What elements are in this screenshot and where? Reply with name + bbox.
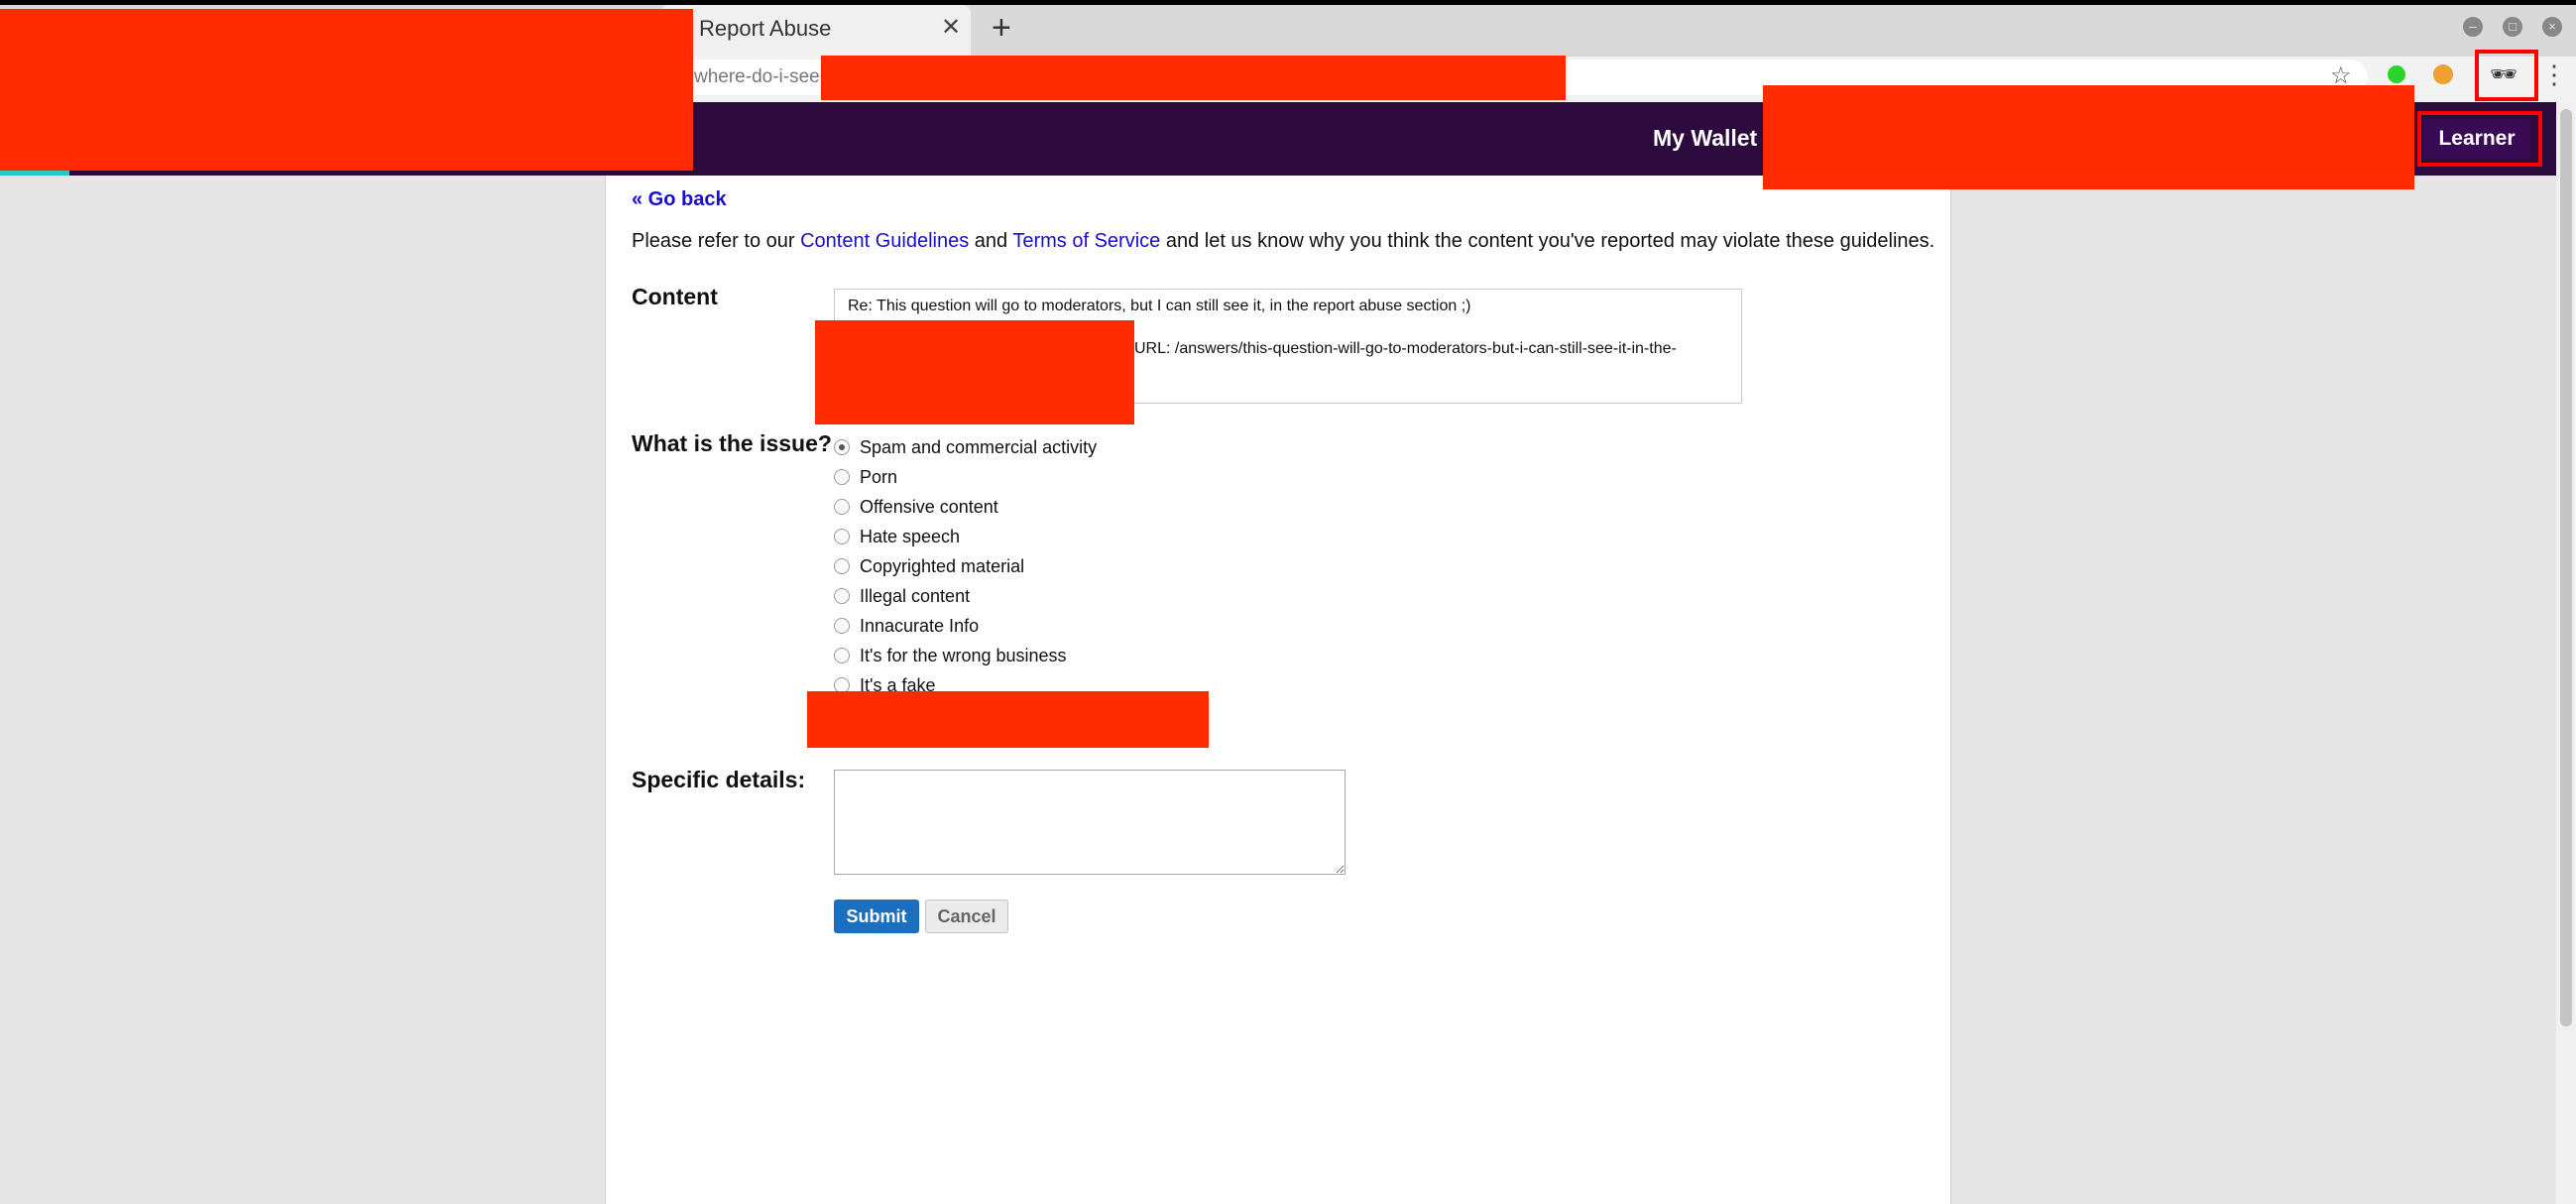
loading-accent [0, 171, 69, 176]
maximize-icon[interactable]: □ [2503, 17, 2522, 37]
redaction-block [821, 56, 1566, 100]
issue-option-label: Innacurate Info [860, 616, 980, 636]
new-tab-button[interactable]: + [992, 10, 1011, 46]
intro-suffix: and let us know why you think the conten… [1160, 230, 1935, 252]
details-textarea[interactable] [834, 770, 1346, 875]
issue-option-label: Spam and commercial activity [860, 437, 1098, 457]
radio-button[interactable] [834, 469, 850, 485]
radio-button[interactable] [834, 588, 850, 604]
scrollbar-thumb[interactable] [2560, 109, 2572, 1026]
reported-content-title: Re: This question will go to moderators,… [848, 298, 1471, 314]
minimize-icon[interactable]: – [2463, 17, 2483, 37]
issue-option-label: Copyrighted material [860, 556, 1025, 576]
details-label: Specific details: [632, 767, 806, 792]
intro-prefix: Please refer to our [632, 230, 801, 252]
radio-button[interactable] [834, 499, 850, 515]
redaction-block [807, 691, 1209, 748]
redaction-block [1763, 85, 2414, 189]
issue-label: What is the issue? [632, 430, 832, 456]
radio-button[interactable] [834, 648, 850, 663]
intro-and: and [969, 230, 1013, 252]
redaction-block [0, 9, 693, 171]
radio-button[interactable] [834, 439, 850, 455]
issue-option-label: It's for the wrong business [860, 646, 1067, 665]
cancel-button[interactable]: Cancel [925, 900, 1008, 933]
intro-text: Please refer to our Content Guidelines a… [632, 228, 1934, 254]
tab-title: Report Abuse [699, 16, 832, 41]
radio-button[interactable] [834, 618, 850, 634]
terms-of-service-link[interactable]: Terms of Service [1012, 230, 1160, 252]
learner-button[interactable]: Learner [2423, 119, 2530, 159]
close-tab-icon[interactable]: ✕ [941, 13, 961, 43]
radio-button[interactable] [834, 529, 850, 544]
content-label: Content [632, 284, 718, 309]
issue-option-label: Porn [860, 467, 898, 487]
issue-option-label: Hate speech [860, 527, 961, 546]
url-text[interactable]: where-do-i-see- [694, 63, 826, 91]
radio-button[interactable] [834, 558, 850, 574]
issue-option-label: Illegal content [860, 586, 971, 606]
issue-option-label: Offensive content [860, 497, 998, 517]
browser-menu-icon[interactable]: ⋮ [2541, 60, 2567, 89]
submit-button[interactable]: Submit [834, 900, 919, 933]
close-window-icon[interactable]: × [2542, 17, 2562, 37]
redaction-block [815, 320, 1134, 424]
extension-cookie-icon[interactable] [2433, 64, 2453, 84]
go-back-link[interactable]: « Go back [632, 186, 727, 212]
reported-content-url: URL: /answers/this-question-will-go-to-m… [1134, 340, 1677, 357]
my-wallet-link[interactable]: My Wallet [1653, 123, 1757, 153]
incognito-icon[interactable]: 🕶 [2490, 61, 2517, 87]
content-guidelines-link[interactable]: Content Guidelines [800, 230, 969, 252]
extension-green-icon[interactable] [2388, 65, 2405, 83]
